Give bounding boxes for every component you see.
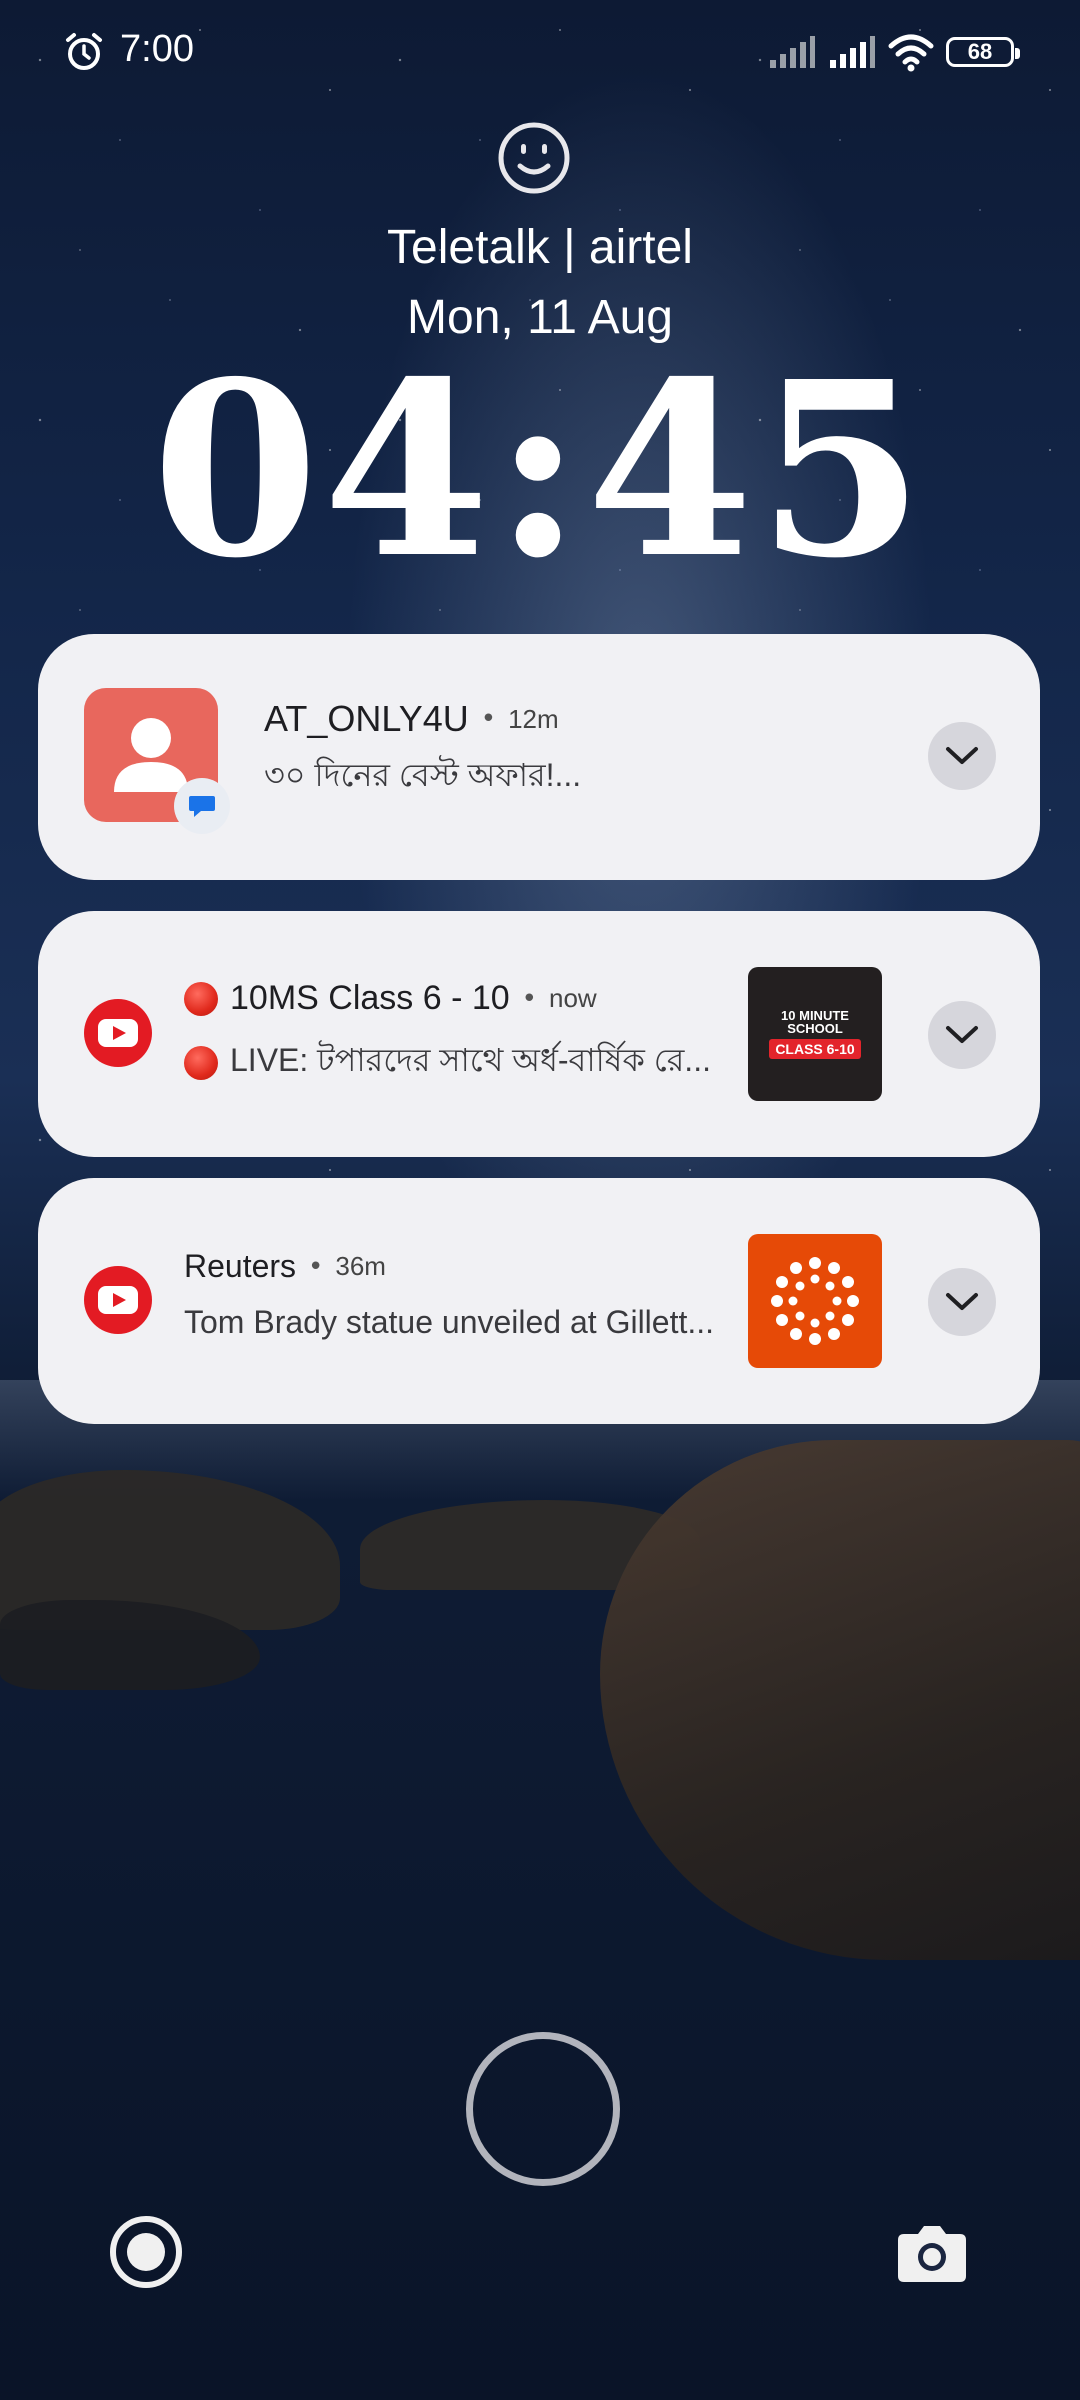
message-badge-icon [174, 778, 230, 834]
wallpaper-rock [600, 1440, 1080, 1960]
contact-icon [84, 688, 230, 834]
status-bar: 7:00 68 [0, 0, 1080, 104]
wifi-icon [888, 34, 934, 72]
separator-dot: • [308, 1251, 324, 1282]
expand-button[interactable] [928, 722, 996, 790]
separator-dot: • [521, 983, 538, 1014]
youtube-icon [84, 1266, 152, 1334]
notification-title: 10MS Class 6 - 10 [230, 979, 510, 1017]
notification-card[interactable]: Reuters • 36m Tom Brady statue unveiled … [38, 1178, 1040, 1424]
notification-body: Tom Brady statue unveiled at Gillett... [184, 1304, 715, 1340]
lock-screen: 7:00 68 Teletalk | airtel Mon, 11 Aug 04… [0, 0, 1080, 2400]
notification-card[interactable]: AT_ONLY4U • 12m ৩০ দিনের বেস্ট অফার!... [38, 634, 1040, 880]
notification-time: 12m [508, 703, 559, 734]
separator-dot: • [480, 704, 497, 734]
expand-button[interactable] [928, 1268, 996, 1336]
unlock-button[interactable] [466, 2032, 620, 2186]
notification-header: AT_ONLY4U • 12m [264, 698, 559, 740]
camera-icon[interactable] [896, 2220, 968, 2284]
thumbnail-label: CLASS 6-10 [769, 1039, 861, 1059]
youtube-icon [84, 999, 152, 1067]
battery-level: 68 [967, 39, 993, 64]
carrier-name: Teletalk | airtel [387, 221, 693, 274]
alarm-icon [66, 33, 102, 70]
chevron-down-icon [946, 1026, 978, 1043]
notification-card[interactable]: 10MS Class 6 - 10 • now LIVE: টপারদের সা… [38, 911, 1040, 1157]
notification-title: Reuters [184, 1248, 297, 1284]
red-circle-emoji-icon [184, 981, 218, 1016]
notification-time: 36m [335, 1251, 386, 1281]
assistant-icon[interactable] [110, 2216, 182, 2288]
battery-icon: 68 [946, 37, 1020, 67]
notification-body: ৩০ দিনের বেস্ট অফার!... [264, 757, 582, 793]
status-icons: 68 [768, 28, 1020, 76]
lock-clock: 04:45 [151, 329, 929, 611]
notification-body: LIVE: টপারদের সাথে অর্ধ-বার্ষিক রে... [230, 1042, 711, 1078]
chevron-down-icon [946, 747, 978, 764]
notification-thumbnail: 10 MINUTE SCHOOL CLASS 6-10 [748, 967, 882, 1101]
notification-header: Reuters • 36m [184, 1248, 386, 1285]
status-time: 7:00 [120, 28, 194, 70]
notification-header: 10MS Class 6 - 10 • now [184, 979, 597, 1018]
signal-icon [770, 36, 815, 68]
signal-icon [830, 36, 875, 68]
chevron-down-icon [946, 1293, 978, 1310]
reuters-logo-icon [748, 1234, 882, 1368]
notification-body-wrap: LIVE: টপারদের সাথে অর্ধ-বার্ষিক রে... [184, 1035, 752, 1089]
notification-title: AT_ONLY4U [264, 698, 469, 739]
expand-button[interactable] [928, 1001, 996, 1069]
notification-time: now [549, 983, 597, 1013]
face-unlock-icon [498, 122, 570, 194]
red-circle-emoji-icon [184, 1045, 218, 1080]
thumbnail-brand: 10 MINUTE SCHOOL [781, 1008, 849, 1036]
